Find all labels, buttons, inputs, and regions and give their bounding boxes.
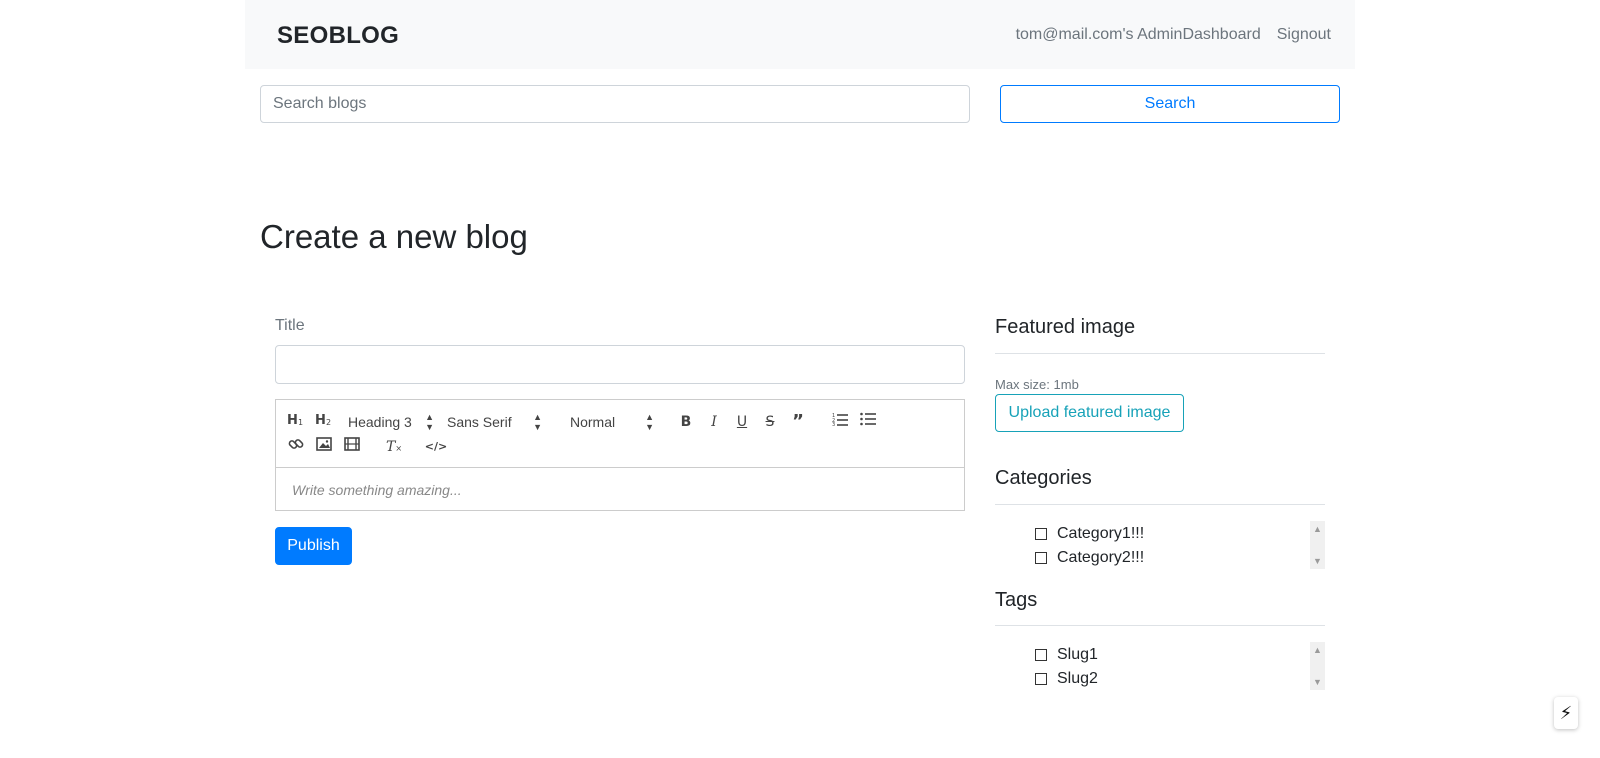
nav-link-signout[interactable]: Signout [1277, 26, 1331, 44]
divider [995, 353, 1325, 354]
tag-label: Slug2 [1057, 670, 1098, 687]
underline-icon[interactable]: U [730, 411, 754, 433]
rich-text-editor: H1 H2 Heading 3 ▲ ▼ Sans Serif ▲ ▼ Normal … [275, 399, 965, 511]
svg-text:H: H [315, 413, 326, 426]
strikethrough-icon[interactable]: S [758, 411, 782, 433]
tag-checkbox[interactable] [1035, 649, 1047, 661]
navbar: SEOBLOG tom@mail.com's AdminDashboard Si… [245, 0, 1355, 69]
category-item[interactable]: Category1!!! [1035, 525, 1144, 543]
tags-heading: Tags [995, 589, 1038, 611]
ordered-list-icon[interactable]: 123 [828, 411, 852, 433]
tags-scrollbar[interactable]: ▲ ▼ [1310, 642, 1325, 690]
svg-text:1: 1 [298, 418, 303, 426]
font-picker-label: Sans Serif [447, 414, 512, 430]
upload-featured-image-button[interactable]: Upload featured image [995, 394, 1184, 432]
chevron-up-icon[interactable]: ▲ [1310, 644, 1325, 656]
bullet-list-icon[interactable] [856, 411, 880, 433]
size-picker[interactable]: Normal ▲ ▼ [570, 411, 654, 433]
publish-button[interactable]: Publish [275, 527, 352, 565]
search-input[interactable] [260, 85, 970, 123]
featured-image-heading: Featured image [995, 316, 1136, 338]
italic-icon[interactable]: I [702, 411, 726, 433]
title-label: Title [275, 317, 305, 334]
category-checkbox[interactable] [1035, 528, 1047, 540]
svg-text:3: 3 [832, 422, 835, 426]
code-block-icon[interactable]: </> [424, 436, 448, 458]
tag-label: Slug1 [1057, 646, 1098, 663]
header-picker-label: Heading 3 [348, 414, 412, 430]
blockquote-icon[interactable]: ” [786, 411, 810, 433]
tags-list: Slug1 Slug2 ▲ ▼ [995, 642, 1325, 690]
category-checkbox[interactable] [1035, 552, 1047, 564]
tag-item[interactable]: Slug1 [1035, 646, 1098, 664]
max-size-note: Max size: 1mb [995, 377, 1079, 392]
categories-scrollbar[interactable]: ▲ ▼ [1310, 521, 1325, 569]
title-input[interactable] [275, 345, 965, 384]
lightning-icon[interactable]: ⚡ [1554, 697, 1578, 729]
chevron-down-icon[interactable]: ▼ [1310, 555, 1325, 567]
category-label: Category1!!! [1057, 525, 1145, 542]
tag-item[interactable]: Slug2 [1035, 670, 1098, 688]
h2-icon[interactable]: H2 [312, 411, 336, 433]
clear-format-icon[interactable]: T× [382, 436, 406, 458]
chevron-up-down-icon: ▲ ▼ [425, 412, 434, 432]
divider [995, 625, 1325, 626]
category-label: Category2!!! [1057, 549, 1145, 566]
editor-content[interactable]: Write something amazing... [292, 482, 462, 498]
chevron-up-icon[interactable]: ▲ [1310, 523, 1325, 535]
tag-checkbox[interactable] [1035, 673, 1047, 685]
divider [995, 504, 1325, 505]
category-item[interactable]: Category2!!! [1035, 549, 1144, 567]
nav-links: tom@mail.com's AdminDashboard Signout [1016, 26, 1331, 44]
categories-heading: Categories [995, 467, 1092, 489]
brand-logo[interactable]: SEOBLOG [277, 22, 399, 50]
svg-text:H: H [287, 413, 298, 426]
font-picker[interactable]: Sans Serif ▲ ▼ [447, 411, 542, 433]
nav-link-admin-dashboard[interactable]: tom@mail.com's AdminDashboard [1016, 26, 1261, 44]
h1-icon[interactable]: H1 [284, 411, 308, 433]
search-button[interactable]: Search [1000, 85, 1340, 123]
header-picker[interactable]: Heading 3 ▲ ▼ [348, 411, 434, 433]
svg-text:2: 2 [326, 418, 331, 426]
video-icon[interactable] [340, 436, 364, 458]
editor-toolbar: H1 H2 Heading 3 ▲ ▼ Sans Serif ▲ ▼ Normal … [276, 400, 964, 468]
chevron-up-down-icon: ▲ ▼ [533, 412, 542, 432]
image-icon[interactable] [312, 436, 336, 458]
chevron-down-icon[interactable]: ▼ [1310, 676, 1325, 688]
page-title: Create a new blog [260, 218, 528, 255]
bold-icon[interactable]: B [674, 411, 698, 433]
categories-list: Category1!!! Category2!!! ▲ ▼ [995, 521, 1325, 569]
link-icon[interactable] [284, 436, 308, 458]
chevron-up-down-icon: ▲ ▼ [645, 412, 654, 432]
size-picker-label: Normal [570, 414, 616, 430]
